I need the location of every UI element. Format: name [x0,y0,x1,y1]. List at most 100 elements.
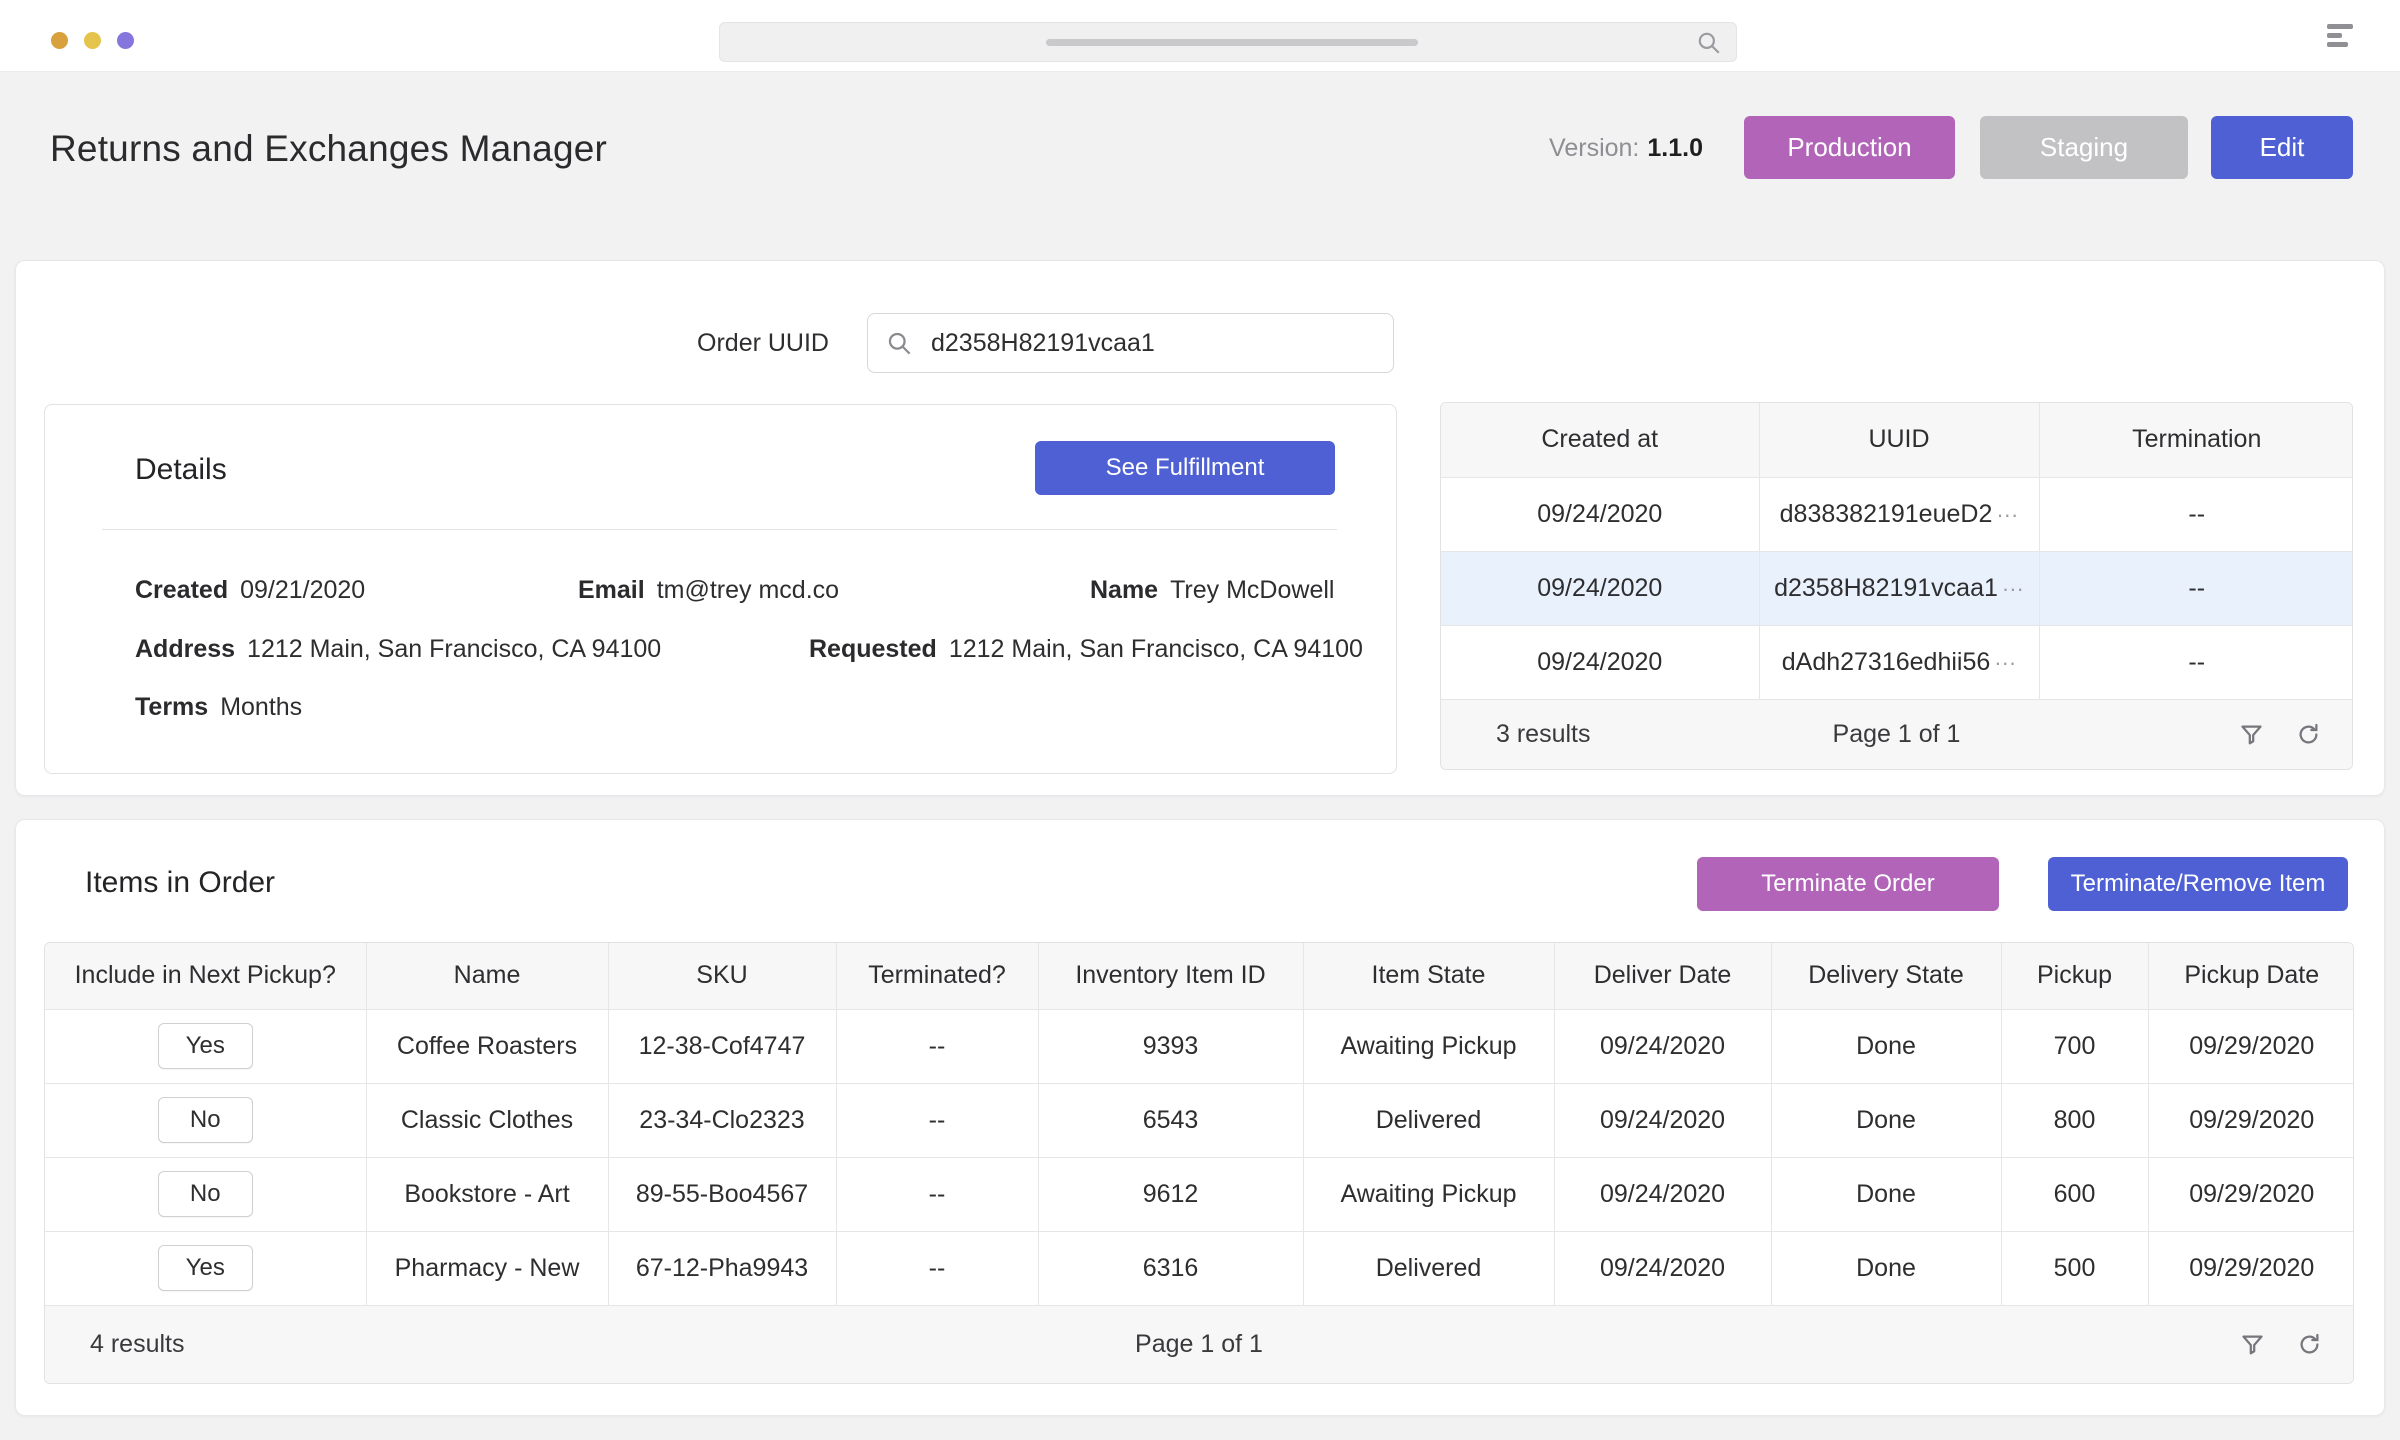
terminate-remove-item-button[interactable]: Terminate/Remove Item [2048,857,2348,911]
cell-sku: 89-55-Boo4567 [608,1157,836,1231]
items-table-row[interactable]: Yes Coffee Roasters 12-38-Cof4747 -- 939… [45,1009,2354,1083]
col-inventory-item-id: Inventory Item ID [1038,943,1303,1009]
col-termination: Termination [2039,403,2353,477]
cell-terminated: -- [836,1009,1038,1083]
items-header-row: Include in Next Pickup? Name SKU Termina… [45,943,2354,1009]
cell-delivery-state: Done [1771,1157,2001,1231]
items-title: Items in Order [85,866,275,900]
cell-deliver-date: 09/24/2020 [1554,1157,1771,1231]
items-card: Items in Order Terminate Order Terminate… [15,819,2385,1416]
cell-include: Yes [45,1231,366,1305]
field-value: 09/21/2020 [240,576,365,604]
menu-bar [2327,42,2348,47]
edit-button[interactable]: Edit [2211,116,2353,179]
col-terminated: Terminated? [836,943,1038,1009]
field-address: Address1212 Main, San Francisco, CA 9410… [135,635,661,664]
details-title: Details [135,453,227,487]
cell-created-at: 09/24/2020 [1441,477,1759,551]
order-uuid-input-wrap [867,313,1394,373]
cell-uuid: d838382191eueD2··· [1759,477,2039,551]
col-sku: SKU [608,943,836,1009]
search-icon [886,330,913,357]
field-requested: Requested 1212 Main, San Francisco, CA 94… [809,635,1363,664]
cell-item-state: Delivered [1303,1083,1554,1157]
cell-pickup-date: 09/29/2020 [2148,1083,2354,1157]
order-uuid-input[interactable] [931,329,1351,358]
menu-bar [2327,24,2353,29]
col-item-state: Item State [1303,943,1554,1009]
items-table-row[interactable]: Yes Pharmacy - New 67-12-Pha9943 -- 6316… [45,1231,2354,1305]
cell-terminated: -- [836,1231,1038,1305]
orders-table-row-selected[interactable]: 09/24/2020 d2358H82191vcaa1··· -- [1441,551,2353,625]
window-control-dot-1[interactable] [51,32,68,49]
order-uuid-label: Order UUID [697,329,829,358]
cell-delivery-state: Done [1771,1083,2001,1157]
production-button[interactable]: Production [1744,116,1955,179]
cell-uuid: dAdh27316edhii56··· [1759,625,2039,699]
refresh-icon[interactable] [2296,1331,2323,1358]
orders-table: Created at UUID Termination 09/24/2020 d… [1440,402,2353,770]
field-value: 1212 Main, San Francisco, CA 94100 [949,635,1363,663]
col-created-at: Created at [1441,403,1759,477]
cell-name: Classic Clothes [366,1083,608,1157]
browser-chrome [0,0,2400,72]
menu-bar [2327,33,2342,38]
url-placeholder-bar [1046,39,1418,46]
overflow-ellipsis: ··· [2002,576,2024,601]
cell-termination: -- [2039,477,2353,551]
items-table-footer: 4 results Page 1 of 1 [45,1306,2353,1383]
uuid-value: dAdh27316edhii56 [1782,648,1991,676]
include-toggle-button[interactable]: No [158,1171,253,1217]
uuid-value: d838382191eueD2 [1780,500,1993,528]
cell-item-state: Awaiting Pickup [1303,1009,1554,1083]
filter-icon[interactable] [2239,1331,2266,1358]
cell-terminated: -- [836,1157,1038,1231]
cell-pickup-date: 09/29/2020 [2148,1157,2354,1231]
order-overview-card: Order UUID Details See Fulfillment Creat… [15,260,2385,796]
filter-icon[interactable] [2238,721,2265,748]
field-label: Address [135,635,235,663]
cell-inventory-item-id: 6316 [1038,1231,1303,1305]
see-fulfillment-button[interactable]: See Fulfillment [1035,441,1335,495]
cell-name: Bookstore - Art [366,1157,608,1231]
cell-pickup: 800 [2001,1083,2148,1157]
menu-icon[interactable] [2327,24,2357,51]
field-value: tm@trey mcd.co [657,576,839,604]
window-controls [51,32,134,49]
field-label: Created [135,576,228,604]
cell-pickup: 600 [2001,1157,2148,1231]
window-control-dot-3[interactable] [117,32,134,49]
browser-address-bar[interactable] [719,22,1737,62]
items-table-row[interactable]: No Bookstore - Art 89-55-Boo4567 -- 9612… [45,1157,2354,1231]
items-table-row[interactable]: No Classic Clothes 23-34-Clo2323 -- 6543… [45,1083,2354,1157]
field-terms: TermsMonths [135,693,302,722]
cell-sku: 23-34-Clo2323 [608,1083,836,1157]
staging-button[interactable]: Staging [1980,116,2188,179]
col-delivery-state: Delivery State [1771,943,2001,1009]
cell-include: Yes [45,1009,366,1083]
window-control-dot-2[interactable] [84,32,101,49]
overflow-ellipsis: ··· [1996,502,2018,527]
cell-name: Pharmacy - New [366,1231,608,1305]
field-email: Emailtm@trey mcd.co [578,576,839,605]
cell-pickup-date: 09/29/2020 [2148,1009,2354,1083]
include-toggle-button[interactable]: Yes [158,1245,253,1291]
page-title: Returns and Exchanges Manager [50,128,607,170]
cell-uuid: d2358H82191vcaa1··· [1759,551,2039,625]
cell-sku: 12-38-Cof4747 [608,1009,836,1083]
terminate-order-button[interactable]: Terminate Order [1697,857,1999,911]
col-name: Name [366,943,608,1009]
orders-table-row[interactable]: 09/24/2020 d838382191eueD2··· -- [1441,477,2353,551]
uuid-value: d2358H82191vcaa1 [1774,574,1998,602]
cell-inventory-item-id: 9612 [1038,1157,1303,1231]
page-indicator: Page 1 of 1 [45,1330,2353,1359]
version-value: 1.1.0 [1647,134,1703,162]
orders-table-row[interactable]: 09/24/2020 dAdh27316edhii56··· -- [1441,625,2353,699]
field-label: Requested [809,635,937,663]
include-toggle-button[interactable]: No [158,1097,253,1143]
refresh-icon[interactable] [2295,721,2322,748]
include-toggle-button[interactable]: Yes [158,1023,253,1069]
orders-header-row: Created at UUID Termination [1441,403,2353,477]
overflow-ellipsis: ··· [1994,650,2016,675]
version-label: Version: [1549,134,1639,162]
